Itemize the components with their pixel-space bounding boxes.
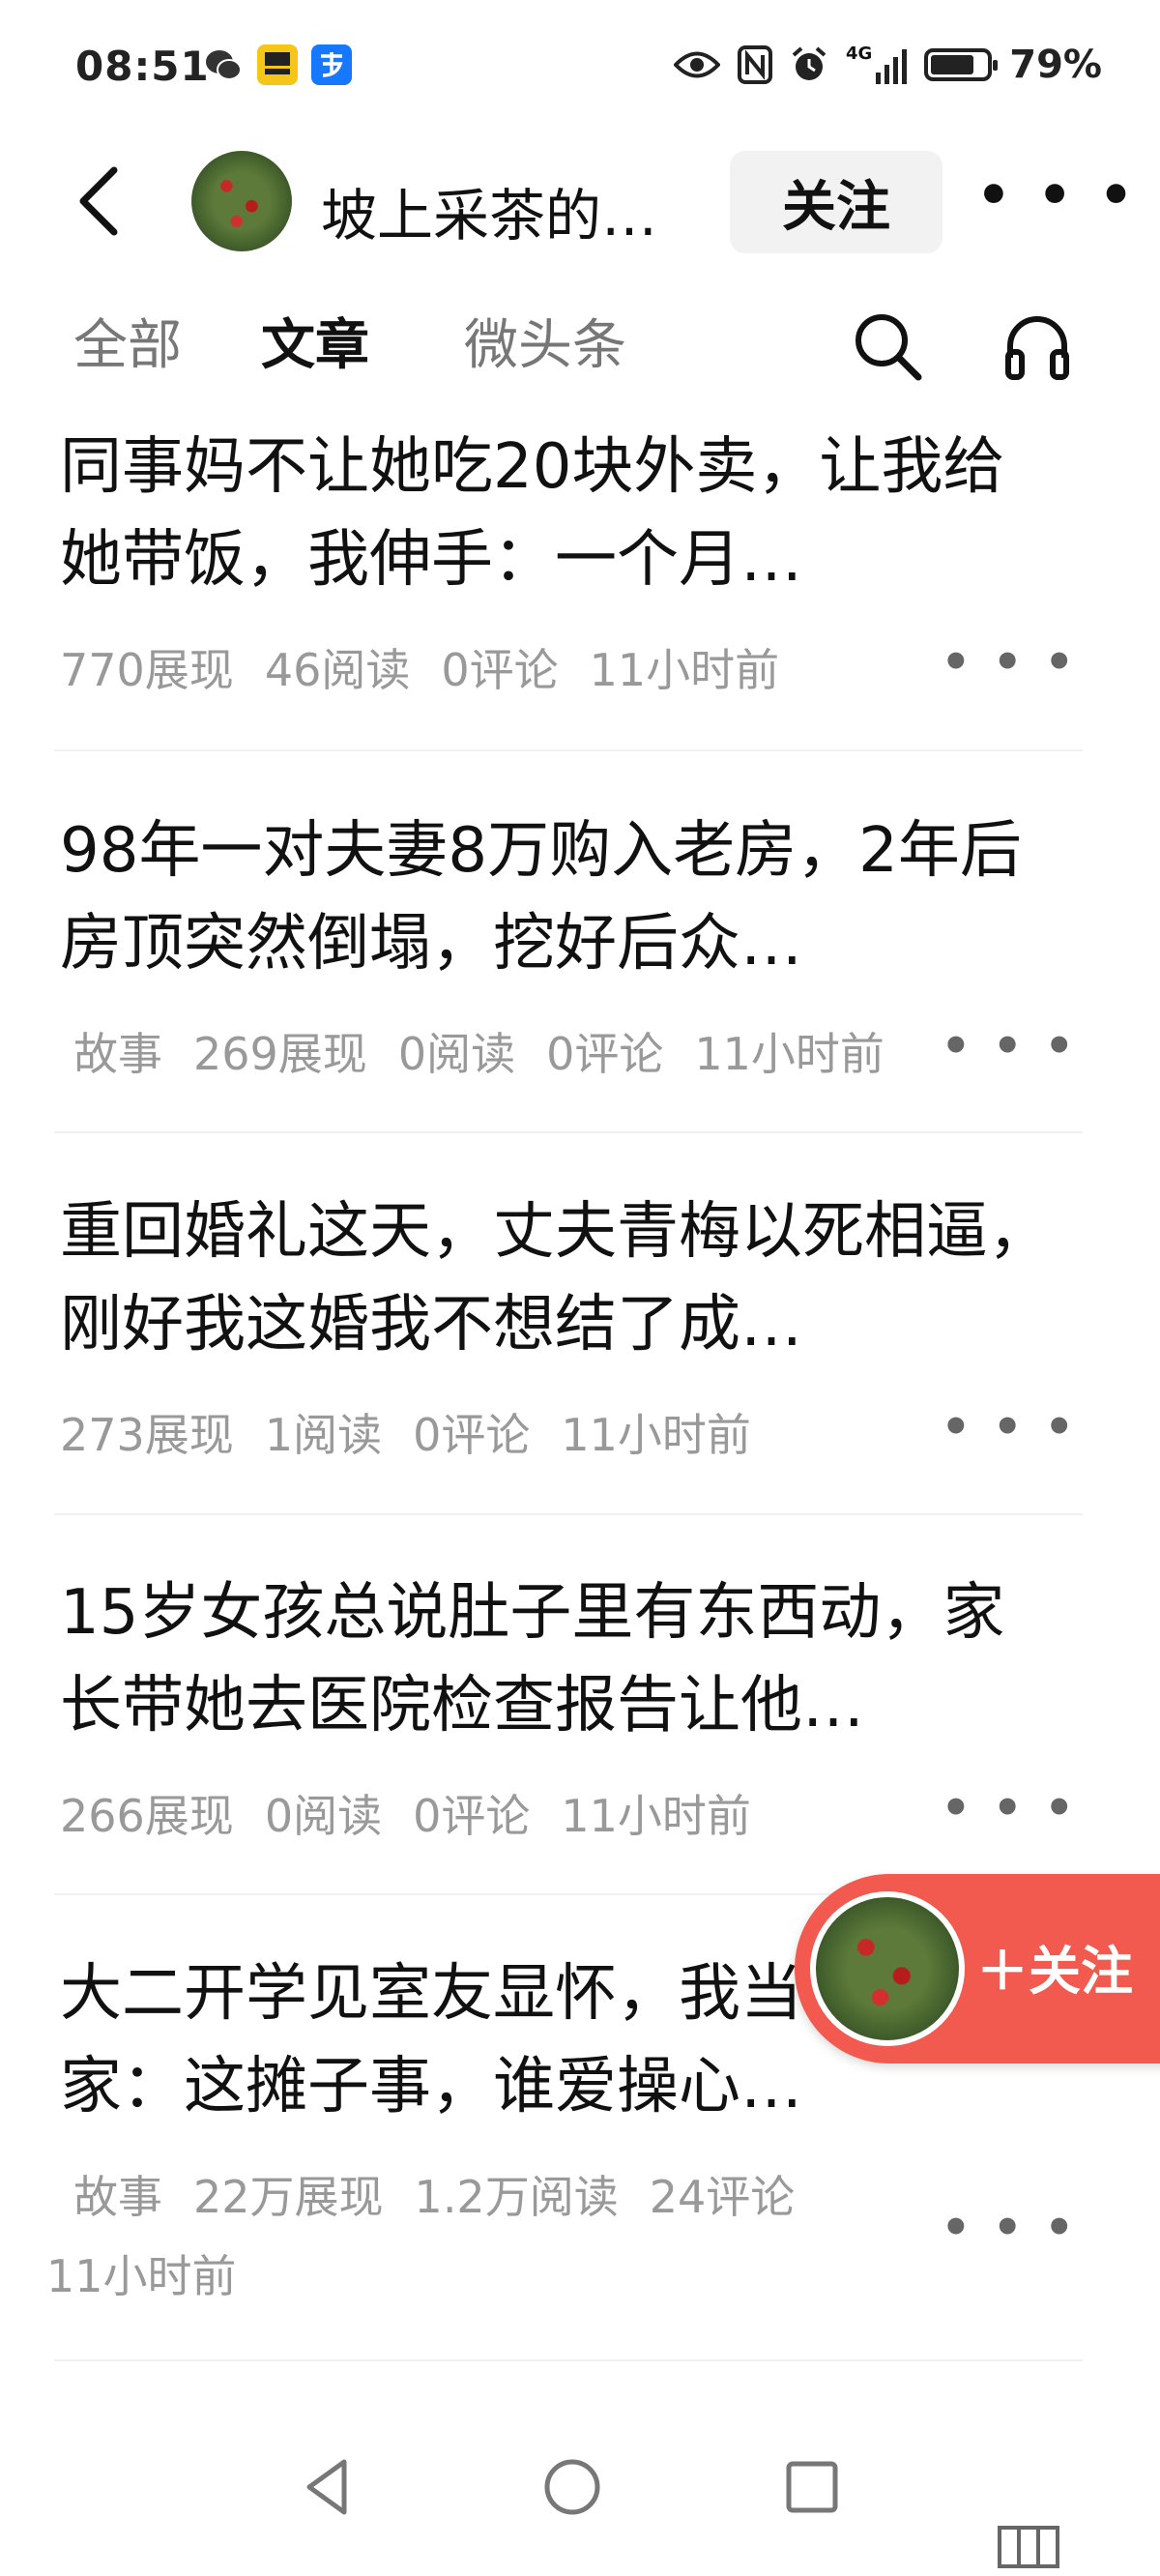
comments: 24评论: [649, 2171, 796, 2223]
impressions: 770展现: [60, 644, 234, 696]
alarm-icon: [792, 46, 826, 80]
reads: 1.2万阅读: [414, 2171, 619, 2223]
comments: 0评论: [441, 644, 559, 696]
article-more-icon[interactable]: • • •: [942, 1400, 1077, 1454]
reads: 46阅读: [264, 644, 411, 696]
article-meta: 故事 22万展现 1.2万阅读 24评论 11小时前: [46, 2162, 988, 2305]
divider: [54, 749, 1083, 751]
tab-articles[interactable]: 文章: [261, 302, 369, 380]
impressions: 269展现: [193, 1028, 367, 1080]
category-tag: 故事: [73, 1028, 162, 1080]
time-ago: 11小时前: [589, 644, 780, 696]
author-avatar[interactable]: [191, 151, 292, 251]
reads: 1阅读: [264, 1409, 383, 1461]
article-title[interactable]: 重回婚礼这天，丈夫青梅以死相逼，刚好我这婚我不想结了成…: [60, 1186, 1065, 1371]
status-bar: 08:51 4G 79%: [0, 0, 1160, 135]
network-type: 4G: [845, 44, 873, 64]
screen-recorder-icon: [998, 2526, 1059, 2568]
divider: [54, 1513, 1083, 1515]
article-title[interactable]: 98年一对夫妻8万购入老房，2年后房顶突然倒塌，挖好后众…: [60, 805, 1065, 990]
time-ago: 11小时前: [561, 1409, 751, 1461]
back-triangle-icon[interactable]: [290, 2448, 367, 2526]
author-name[interactable]: 坡上采茶的行…: [321, 170, 708, 251]
floating-follow-button[interactable]: ＋关注: [795, 1874, 1160, 2064]
article-item[interactable]: 15岁女孩总说肚子里有东西动，家长带她去医院检查报告让他… 266展现 0阅读 …: [0, 1566, 1160, 1895]
alipay-icon: [311, 44, 352, 85]
article-meta: 故事 269展现 0阅读 0评论 11小时前: [60, 1019, 988, 1083]
article-title[interactable]: 15岁女孩总说肚子里有东西动，家长带她去医院检查报告让他…: [60, 1566, 1065, 1752]
article-more-icon[interactable]: • • •: [942, 1019, 1077, 1073]
eye-icon: [673, 51, 720, 78]
headphones-icon[interactable]: [1000, 309, 1074, 383]
author-avatar: [810, 1891, 965, 2046]
nfc-icon: [737, 45, 772, 84]
recents-square-icon[interactable]: [773, 2448, 851, 2526]
tab-all[interactable]: 全部: [73, 302, 182, 380]
article-item[interactable]: 98年一对夫妻8万购入老房，2年后房顶突然倒塌，挖好后众… 故事 269展现 0…: [0, 805, 1160, 1133]
comments: 0评论: [413, 1790, 531, 1842]
divider: [54, 2359, 1083, 2361]
article-more-icon[interactable]: • • •: [942, 2201, 1077, 2255]
jrtt-finance-icon: [257, 44, 298, 85]
article-title[interactable]: 同事妈不让她吃20块外卖，让我给她带饭，我伸手：一个月…: [60, 421, 1065, 606]
more-options-icon[interactable]: • • •: [976, 164, 1137, 227]
comments: 0评论: [546, 1028, 664, 1080]
impressions: 266展现: [60, 1790, 234, 1842]
search-icon[interactable]: [851, 309, 924, 383]
floating-follow-label: ＋关注: [976, 1941, 1133, 2002]
profile-header: 坡上采茶的行… 关注 • • •: [0, 135, 1160, 271]
article-meta: 266展现 0阅读 0评论 11小时前: [60, 1781, 988, 1845]
impressions: 273展现: [60, 1409, 234, 1461]
reads: 0阅读: [264, 1790, 383, 1842]
content-tabs: 全部 文章 微头条: [0, 290, 1160, 396]
article-meta: 273展现 1阅读 0评论 11小时前: [60, 1400, 988, 1464]
comments: 0评论: [413, 1409, 531, 1461]
article-more-icon[interactable]: • • •: [942, 635, 1077, 689]
article-item[interactable]: 同事妈不让她吃20块外卖，让我给她带饭，我伸手：一个月… 770展现 46阅读 …: [0, 421, 1160, 749]
time-ago: 11小时前: [46, 2250, 237, 2302]
battery-icon: [924, 48, 999, 81]
tab-micro-posts[interactable]: 微头条: [464, 302, 626, 380]
battery-percent: 79%: [1009, 43, 1102, 87]
time-ago: 11小时前: [561, 1790, 751, 1842]
article-more-icon[interactable]: • • •: [942, 1781, 1077, 1835]
status-notification-icons: [203, 44, 352, 85]
article-item[interactable]: 重回婚礼这天，丈夫青梅以死相逼，刚好我这婚我不想结了成… 273展现 1阅读 0…: [0, 1186, 1160, 1514]
status-system-icons: 4G 79%: [673, 43, 1102, 87]
wechat-icon: [203, 44, 244, 85]
status-time: 08:51: [75, 43, 210, 90]
system-nav-bar: [0, 2408, 1160, 2576]
back-arrow-icon[interactable]: [68, 162, 145, 240]
follow-button[interactable]: 关注: [730, 151, 942, 253]
category-tag: 故事: [73, 2171, 162, 2223]
divider: [54, 1131, 1083, 1133]
article-meta: 770展现 46阅读 0评论 11小时前: [60, 635, 988, 699]
reads: 0阅读: [397, 1028, 516, 1080]
home-circle-icon[interactable]: [534, 2448, 611, 2526]
battery-fill: [931, 55, 974, 74]
time-ago: 11小时前: [694, 1028, 884, 1080]
impressions: 22万展现: [193, 2171, 384, 2223]
4g-signal-icon: 4G: [845, 44, 908, 84]
